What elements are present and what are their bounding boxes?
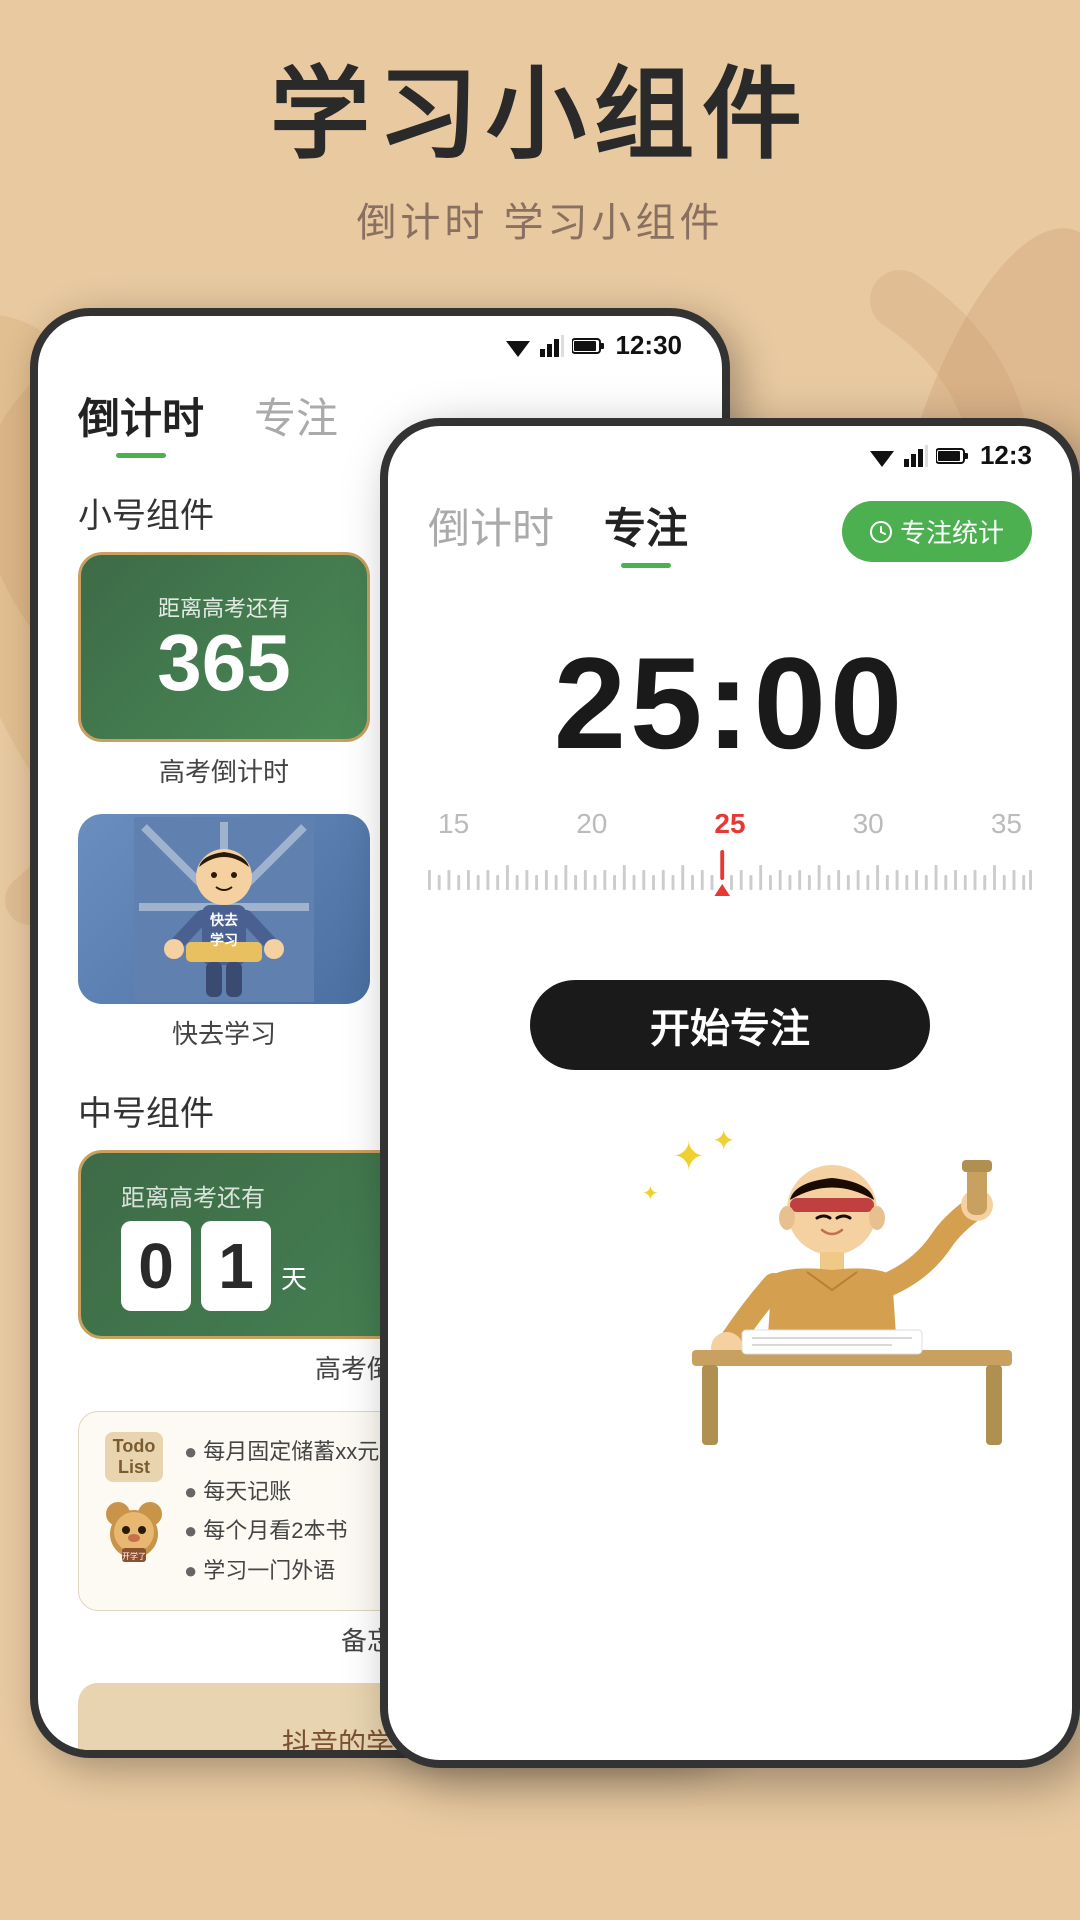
- focus-stats-label: 专注统计: [900, 513, 1004, 550]
- widget-3-label: 快去学习: [78, 1004, 370, 1056]
- front-tab-focus[interactable]: 专注: [604, 495, 688, 568]
- study-character-svg: ✦ ✦ ✦: [612, 1110, 1032, 1450]
- wifi-icon: [504, 335, 532, 357]
- front-tab-countdown[interactable]: 倒计时: [428, 495, 554, 568]
- ruler-labels: 15 20 25 30 35: [428, 808, 1032, 840]
- status-icons: [504, 335, 604, 357]
- phones-container: 12:30 倒计时 专注 小号组件 距离高考还有 365 高考倒计时: [0, 278, 1080, 1778]
- app-title: 学习小组件: [0, 60, 1080, 170]
- svg-text:快去: 快去: [210, 912, 238, 928]
- svg-text:✦: ✦: [712, 1125, 735, 1156]
- todo-icon-area: TodoList 开学了: [99, 1432, 169, 1590]
- front-tabs-left: 倒计时 专注: [428, 495, 688, 568]
- front-signal-icon: [904, 445, 928, 467]
- header: 学习小组件 倒计时 学习小组件: [0, 0, 1080, 278]
- digit-0: 0: [121, 1221, 191, 1311]
- ruler-label-20: 20: [576, 808, 607, 840]
- ruler-label-30: 30: [853, 808, 884, 840]
- svg-text:✦: ✦: [642, 1183, 659, 1205]
- widget-study[interactable]: 快去 学习 快去学习: [78, 814, 370, 1056]
- front-wifi-icon: [868, 445, 896, 467]
- widget-1-label: 高考倒计时: [78, 742, 370, 794]
- signal-icon: [540, 335, 564, 357]
- battery-icon: [572, 337, 604, 355]
- front-battery-icon: [936, 447, 968, 465]
- medium-countdown-text: 距离高考还有: [121, 1178, 265, 1213]
- widget-gaokao-countdown-1[interactable]: 距离高考还有 365 高考倒计时: [78, 552, 370, 794]
- timer-number: 25:00: [428, 628, 1032, 778]
- slider-ruler[interactable]: 15 20 25 30 35 tick positions every ~5px: [388, 798, 1072, 910]
- front-phone: 12:3 倒计时 专注 专注统计 25: [380, 418, 1080, 1768]
- start-btn-container: 开始专注: [388, 940, 1072, 1110]
- ruler-ticks-svg: tick positions every ~5px: [428, 840, 1032, 900]
- svg-text:开学了: 开学了: [122, 1551, 146, 1561]
- days-label: 天: [281, 1259, 307, 1296]
- front-status-icons: [868, 445, 968, 467]
- ruler-label-35: 35: [991, 808, 1022, 840]
- study-display: 快去 学习: [78, 814, 370, 1004]
- ruler-label-25: 25: [714, 808, 745, 840]
- front-phone-status-bar: 12:3: [388, 426, 1072, 485]
- svg-text:✦: ✦: [672, 1135, 706, 1179]
- front-phone-tabs: 倒计时 专注 专注统计: [388, 485, 1072, 568]
- digit-1: 1: [201, 1221, 271, 1311]
- start-focus-button[interactable]: 开始专注: [530, 980, 930, 1070]
- countdown-number: 365: [157, 623, 290, 703]
- study-bottom-illustration: ✦ ✦ ✦: [388, 1110, 1072, 1460]
- clock-icon: [870, 521, 892, 543]
- svg-text:学习: 学习: [210, 932, 238, 948]
- back-phone-status-bar: 12:30: [38, 316, 722, 375]
- ruler-label-15: 15: [438, 808, 469, 840]
- bear-icon: 开学了: [104, 1492, 164, 1562]
- digits-row: 0 1 天: [121, 1221, 307, 1311]
- front-phone-time: 12:3: [980, 440, 1032, 471]
- app-subtitle: 倒计时 学习小组件: [0, 190, 1080, 248]
- ruler-ticks-container: tick positions every ~5px: [428, 840, 1032, 900]
- tab-countdown[interactable]: 倒计时: [78, 385, 204, 458]
- todo-tag: TodoList: [105, 1432, 164, 1482]
- study-svg: 快去 学习: [134, 817, 314, 1002]
- back-phone-time: 12:30: [616, 330, 683, 361]
- focus-stats-button[interactable]: 专注统计: [842, 501, 1032, 562]
- timer-display: 25:00: [388, 568, 1072, 798]
- tab-focus[interactable]: 专注: [254, 385, 338, 458]
- countdown-green-widget: 距离高考还有 365: [78, 552, 370, 742]
